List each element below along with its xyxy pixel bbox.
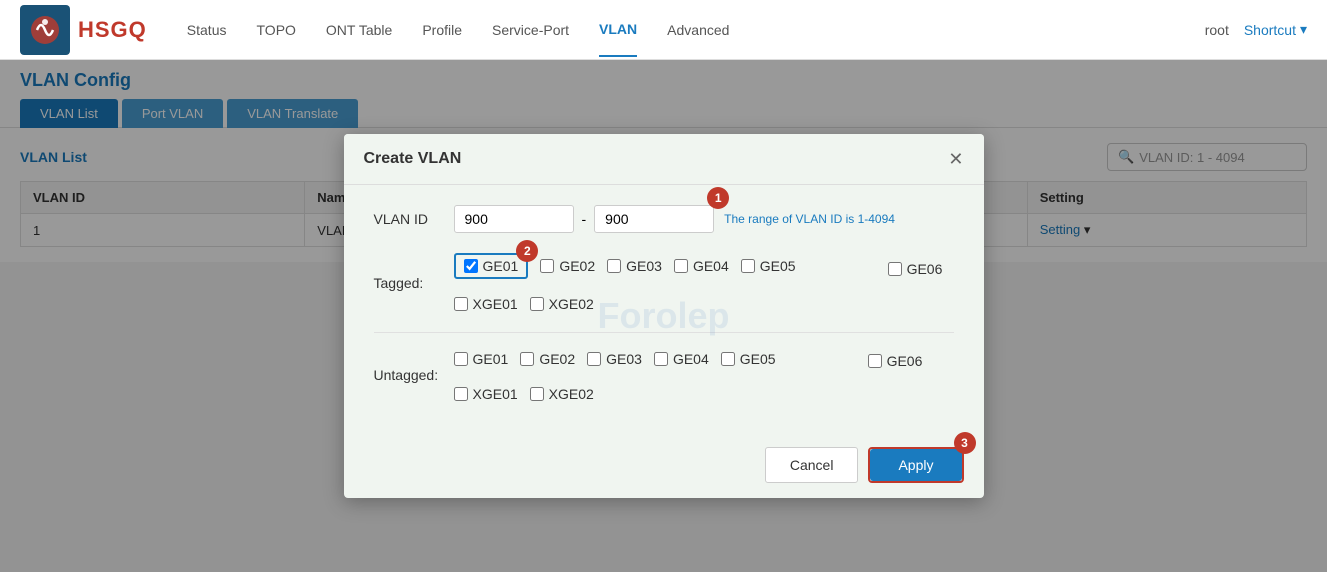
tagged-ge01-checkbox[interactable] <box>464 259 478 273</box>
nav-advanced[interactable]: Advanced <box>667 4 729 56</box>
untagged-xge02-label: XGE02 <box>549 386 594 402</box>
tagged-xge01-label: XGE01 <box>473 296 518 312</box>
untagged-ge06-label: GE06 <box>887 353 923 369</box>
vlan-id-separator: - <box>582 211 587 227</box>
dialog-footer: Cancel Apply 3 <box>344 432 984 498</box>
step-badge-3: 3 <box>954 432 976 454</box>
user-label: root <box>1205 22 1229 38</box>
tagged-xge02-item: XGE02 <box>530 296 594 312</box>
untagged-ge01-label: GE01 <box>473 351 509 367</box>
untagged-ge03-checkbox[interactable] <box>587 352 601 366</box>
step-badge-1: 1 <box>707 187 729 209</box>
tagged-ge02-label: GE02 <box>559 258 595 274</box>
nav-ont-table[interactable]: ONT Table <box>326 4 392 56</box>
main-nav: Status TOPO ONT Table Profile Service-Po… <box>187 3 1205 57</box>
vlan-id-label: VLAN ID <box>374 211 454 227</box>
apply-button[interactable]: Apply <box>870 449 961 481</box>
tagged-checkboxes: GE01 2 GE02 GE03 GE04 <box>454 253 954 312</box>
tagged-ge03-label: GE03 <box>626 258 662 274</box>
dialog-title: Create VLAN <box>364 150 462 168</box>
tagged-ge04-checkbox[interactable] <box>674 259 688 273</box>
cancel-button[interactable]: Cancel <box>765 447 859 483</box>
nav-vlan[interactable]: VLAN <box>599 3 637 57</box>
untagged-ge05-checkbox[interactable] <box>721 352 735 366</box>
untagged-ge06-item: GE06 <box>868 353 923 369</box>
dialog-body: VLAN ID - 1 The range of VLAN ID is 1-40… <box>344 185 984 432</box>
untagged-ge02-item: GE02 <box>520 351 575 367</box>
logo-area: HSGQ <box>20 5 147 55</box>
tagged-ge05-checkbox[interactable] <box>741 259 755 273</box>
dialog-overlay: Create VLAN ✕ VLAN ID - 1 The range of V… <box>0 60 1327 572</box>
tagged-ge03-checkbox[interactable] <box>607 259 621 273</box>
tagged-ge06-item: GE06 <box>888 261 943 277</box>
header: HSGQ Status TOPO ONT Table Profile Servi… <box>0 0 1327 60</box>
tagged-ge06-checkbox[interactable] <box>888 262 902 276</box>
logo-text: HSGQ <box>78 17 147 43</box>
tagged-ge02-item: GE02 <box>540 258 595 274</box>
untagged-ge02-checkbox[interactable] <box>520 352 534 366</box>
untagged-ge01-checkbox[interactable] <box>454 352 468 366</box>
create-vlan-dialog: Create VLAN ✕ VLAN ID - 1 The range of V… <box>344 134 984 498</box>
tagged-ge05-item: GE05 <box>741 258 796 274</box>
untagged-ge04-label: GE04 <box>673 351 709 367</box>
apply-border: Apply <box>868 447 963 483</box>
chevron-down-icon: ▾ <box>1300 21 1307 38</box>
vlan-id-hint: The range of VLAN ID is 1-4094 <box>724 212 895 226</box>
untagged-ge02-label: GE02 <box>539 351 575 367</box>
tagged-ge02-checkbox[interactable] <box>540 259 554 273</box>
nav-right: root Shortcut ▾ <box>1205 21 1307 38</box>
untagged-xge01-label: XGE01 <box>473 386 518 402</box>
untagged-ge04-checkbox[interactable] <box>654 352 668 366</box>
separator <box>374 332 954 333</box>
tagged-ge03-item: GE03 <box>607 258 662 274</box>
logo-icon <box>20 5 70 55</box>
untagged-row: Untagged: GE01 GE02 GE03 <box>374 348 954 402</box>
untagged-label: Untagged: <box>374 367 454 383</box>
dialog-header: Create VLAN ✕ <box>344 134 984 185</box>
vlan-id-row: VLAN ID - 1 The range of VLAN ID is 1-40… <box>374 205 954 233</box>
untagged-ge04-item: GE04 <box>654 351 709 367</box>
vlan-id-inputs: - 1 <box>454 205 715 233</box>
vlan-id-start-input[interactable] <box>454 205 574 233</box>
tagged-xge01-item: XGE01 <box>454 296 518 312</box>
untagged-ge06-checkbox[interactable] <box>868 354 882 368</box>
untagged-ge03-item: GE03 <box>587 351 642 367</box>
untagged-ge05-label: GE05 <box>740 351 776 367</box>
close-dialog-button[interactable]: ✕ <box>948 150 963 168</box>
tagged-ge04-label: GE04 <box>693 258 729 274</box>
nav-service-port[interactable]: Service-Port <box>492 4 569 56</box>
untagged-ge03-label: GE03 <box>606 351 642 367</box>
untagged-xge02-checkbox[interactable] <box>530 387 544 401</box>
untagged-xge01-checkbox[interactable] <box>454 387 468 401</box>
tagged-label: Tagged: <box>374 275 454 291</box>
tagged-xge02-checkbox[interactable] <box>530 297 544 311</box>
untagged-xge02-item: XGE02 <box>530 386 594 402</box>
vlan-id-end-input[interactable] <box>594 205 714 233</box>
nav-status[interactable]: Status <box>187 4 227 56</box>
tagged-ge04-item: GE04 <box>674 258 729 274</box>
untagged-checkboxes: GE01 GE02 GE03 GE04 <box>454 348 954 402</box>
tagged-row: Tagged: GE01 2 GE02 GE0 <box>374 253 954 312</box>
nav-topo[interactable]: TOPO <box>257 4 296 56</box>
shortcut-button[interactable]: Shortcut ▾ <box>1244 21 1307 38</box>
step-badge-2: 2 <box>516 240 538 262</box>
tagged-ge01-label: GE01 <box>483 258 519 274</box>
page-content: VLAN Config VLAN List Port VLAN VLAN Tra… <box>0 60 1327 572</box>
tagged-ge06-label: GE06 <box>907 261 943 277</box>
untagged-ge05-item: GE05 <box>721 351 776 367</box>
untagged-xge01-item: XGE01 <box>454 386 518 402</box>
tagged-ge05-label: GE05 <box>760 258 796 274</box>
tagged-ge01-item: GE01 2 <box>454 253 529 279</box>
tagged-xge01-checkbox[interactable] <box>454 297 468 311</box>
untagged-ge01-item: GE01 <box>454 351 509 367</box>
apply-wrapper: Apply 3 <box>868 447 963 483</box>
nav-profile[interactable]: Profile <box>422 4 462 56</box>
tagged-xge02-label: XGE02 <box>549 296 594 312</box>
